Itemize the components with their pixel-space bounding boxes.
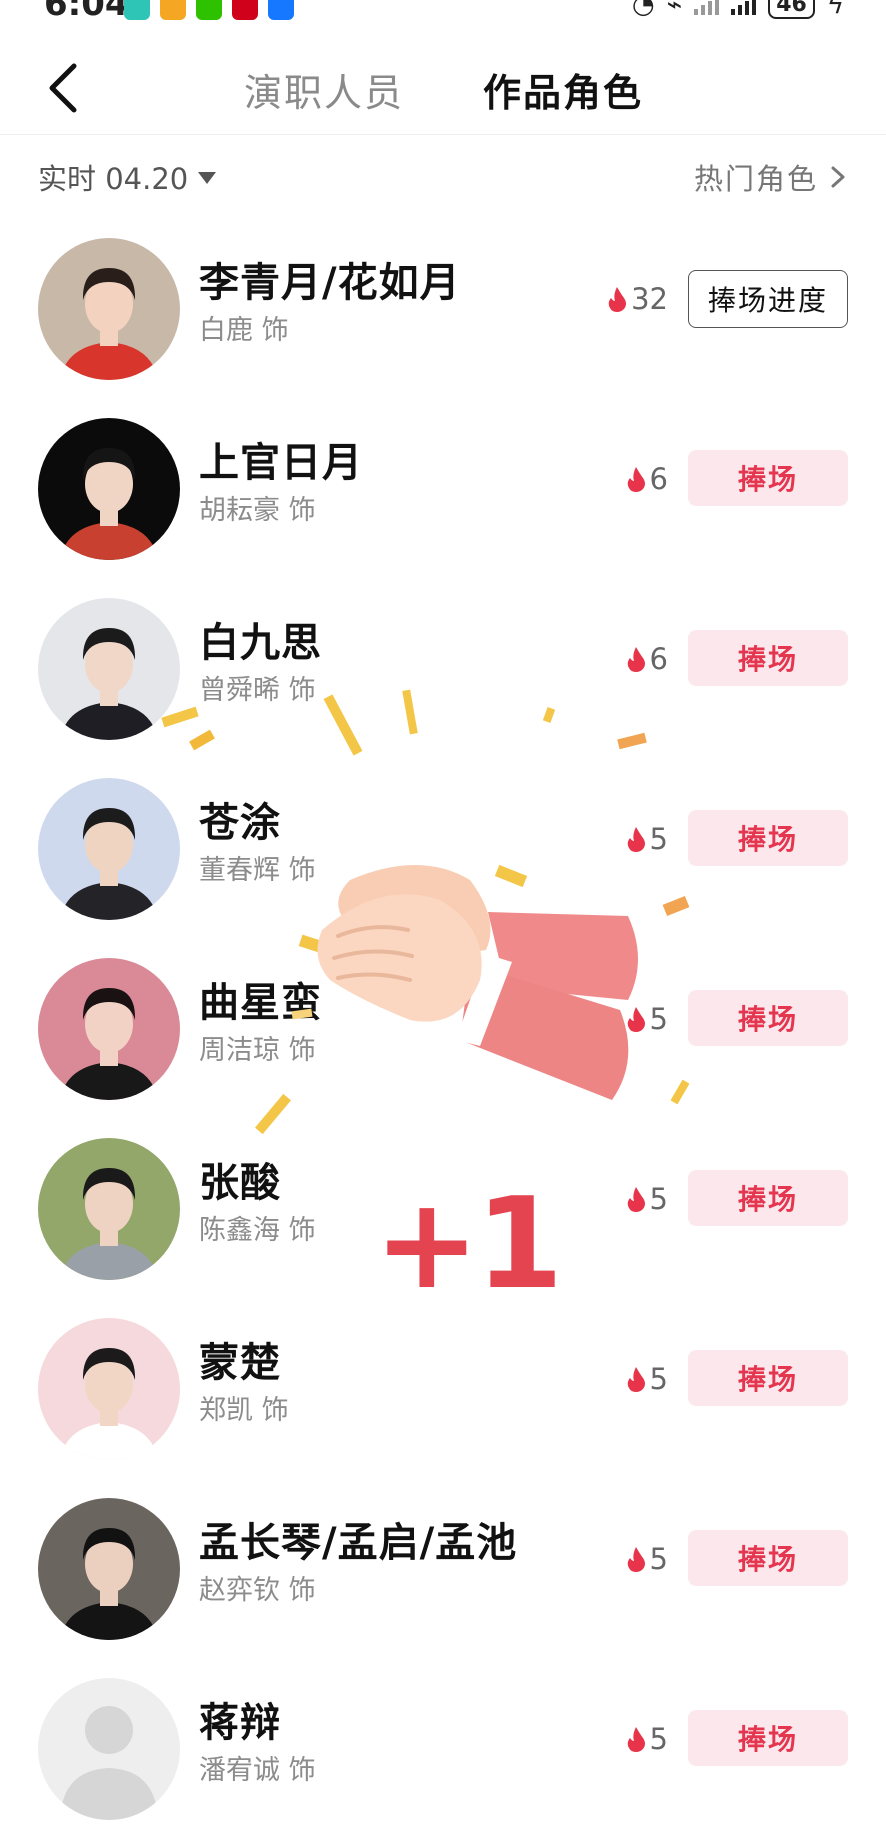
heat-count: 5 — [626, 1362, 668, 1396]
heat-count: 6 — [626, 642, 668, 676]
top-nav: 演职人员 作品角色 — [0, 30, 886, 135]
actor-name: 赵弈钦 饰 — [199, 1575, 316, 1606]
role-name: 上官日月 — [199, 440, 363, 486]
actor-name: 白鹿 饰 — [199, 315, 289, 346]
cheer-button[interactable]: 捧场 — [688, 1350, 848, 1406]
role-name: 张酸 — [199, 1160, 281, 1206]
battery-icon: 46 — [768, 0, 815, 19]
signal-icon — [694, 0, 720, 15]
role-row[interactable]: 白九思 曾舜晞 饰 6 捧场 — [0, 568, 886, 748]
filter-row: 实时 04.20 热门角色 — [0, 150, 886, 206]
date-filter[interactable]: 实时 04.20 — [38, 156, 217, 198]
tab-cast[interactable]: 演职人员 — [244, 62, 404, 117]
role-row[interactable]: 张酸 陈鑫海 饰 5 捧场 — [0, 1108, 886, 1288]
hot-roles-label: 热门角色 — [693, 162, 818, 196]
heat-count: 32 — [607, 282, 668, 316]
cheer-button[interactable]: 捧场 — [688, 810, 848, 866]
flame-icon — [627, 1727, 645, 1752]
cheer-button[interactable]: 捧场 — [688, 450, 848, 506]
role-name: 苍涂 — [199, 800, 281, 846]
avatar[interactable] — [38, 1318, 180, 1460]
avatar[interactable] — [38, 1498, 180, 1640]
weibo-icon — [160, 0, 186, 20]
role-row[interactable]: 上官日月 胡耘豪 饰 6 捧场 — [0, 388, 886, 568]
wechat-icon — [196, 0, 222, 20]
role-row[interactable]: 蒙楚 郑凯 饰 5 捧场 — [0, 1288, 886, 1468]
heat-value: 6 — [649, 642, 668, 676]
flame-icon — [627, 467, 645, 492]
heat-value: 5 — [649, 822, 668, 856]
flame-icon — [627, 827, 645, 852]
status-right: ◔ ⌁ 46 ϟ — [632, 0, 844, 20]
role-row[interactable]: 孟长琴/孟启/孟池 赵弈钦 饰 5 捧场 — [0, 1468, 886, 1648]
flame-icon — [627, 647, 645, 672]
flame-icon — [627, 1187, 645, 1212]
chevron-right-icon — [831, 166, 845, 188]
flame-icon — [627, 1547, 645, 1572]
role-row[interactable]: 苍涂 董春辉 饰 5 捧场 — [0, 748, 886, 928]
alarm-icon: ◔ — [631, 0, 655, 20]
heat-value: 5 — [649, 1362, 668, 1396]
heat-count: 5 — [626, 1542, 668, 1576]
role-row[interactable]: 李青月/花如月 白鹿 饰 32 捧场进度 — [0, 208, 886, 388]
flame-icon — [608, 287, 627, 312]
heat-count: 5 — [626, 1722, 668, 1756]
avatar[interactable] — [38, 598, 180, 740]
caret-down-icon — [198, 172, 217, 184]
actor-name: 董春辉 饰 — [199, 855, 316, 886]
cheer-button[interactable]: 捧场 — [688, 630, 848, 686]
role-name: 白九思 — [199, 620, 322, 666]
avatar[interactable] — [38, 418, 180, 560]
avatar[interactable] — [38, 1138, 180, 1280]
status-time: 6:04 — [44, 0, 129, 24]
role-name: 曲星蛮 — [199, 980, 322, 1026]
avatar[interactable] — [38, 778, 180, 920]
heat-count: 5 — [626, 1182, 668, 1216]
status-bar: 6:04 ◔ ⌁ 46 ϟ — [0, 0, 886, 30]
flame-icon — [627, 1367, 645, 1392]
cheer-button[interactable]: 捧场 — [688, 1170, 848, 1226]
flame-icon — [627, 1007, 645, 1032]
avatar[interactable] — [38, 238, 180, 380]
heat-value: 5 — [649, 1182, 668, 1216]
charging-icon: ϟ — [826, 0, 844, 20]
back-button[interactable] — [44, 60, 84, 116]
actor-name: 周洁琼 饰 — [199, 1035, 316, 1066]
cheer-progress-button[interactable]: 捧场进度 — [688, 270, 848, 328]
heat-value: 6 — [649, 462, 668, 496]
avatar[interactable] — [38, 958, 180, 1100]
avatar[interactable] — [38, 1678, 180, 1820]
actor-name: 陈鑫海 饰 — [199, 1215, 316, 1246]
heat-value: 5 — [649, 1002, 668, 1036]
alipay-icon — [268, 0, 294, 20]
heat-value: 32 — [631, 282, 668, 316]
role-name: 孟长琴/孟启/孟池 — [199, 1520, 518, 1566]
cheer-button[interactable]: 捧场 — [688, 1530, 848, 1586]
role-row[interactable]: 曲星蛮 周洁琼 饰 5 捧场 — [0, 928, 886, 1108]
actor-name: 潘宥诚 饰 — [199, 1755, 316, 1786]
heat-count: 6 — [626, 462, 668, 496]
wifi-off-icon: ⌁ — [666, 0, 683, 20]
heat-count: 5 — [626, 1002, 668, 1036]
role-name: 蒋辩 — [199, 1700, 281, 1746]
date-filter-label: 实时 04.20 — [38, 162, 189, 196]
tab-roles[interactable]: 作品角色 — [483, 62, 643, 117]
role-name: 李青月/花如月 — [199, 260, 461, 306]
status-app-icons — [124, 0, 294, 20]
red-app-icon — [232, 0, 258, 20]
chevron-left-icon — [49, 63, 77, 113]
actor-name: 郑凯 饰 — [199, 1395, 289, 1426]
cheer-button[interactable]: 捧场 — [688, 1710, 848, 1766]
signal-icon-2 — [731, 0, 757, 15]
app-icon — [124, 0, 150, 20]
heat-count: 5 — [626, 822, 668, 856]
actor-name: 胡耘豪 饰 — [199, 495, 316, 526]
hot-roles-link[interactable]: 热门角色 — [694, 156, 846, 198]
actor-name: 曾舜晞 饰 — [199, 675, 316, 706]
heat-value: 5 — [649, 1542, 668, 1576]
heat-value: 5 — [649, 1722, 668, 1756]
role-row[interactable]: 蒋辩 潘宥诚 饰 5 捧场 — [0, 1648, 886, 1828]
role-name: 蒙楚 — [199, 1340, 281, 1386]
cheer-button[interactable]: 捧场 — [688, 990, 848, 1046]
